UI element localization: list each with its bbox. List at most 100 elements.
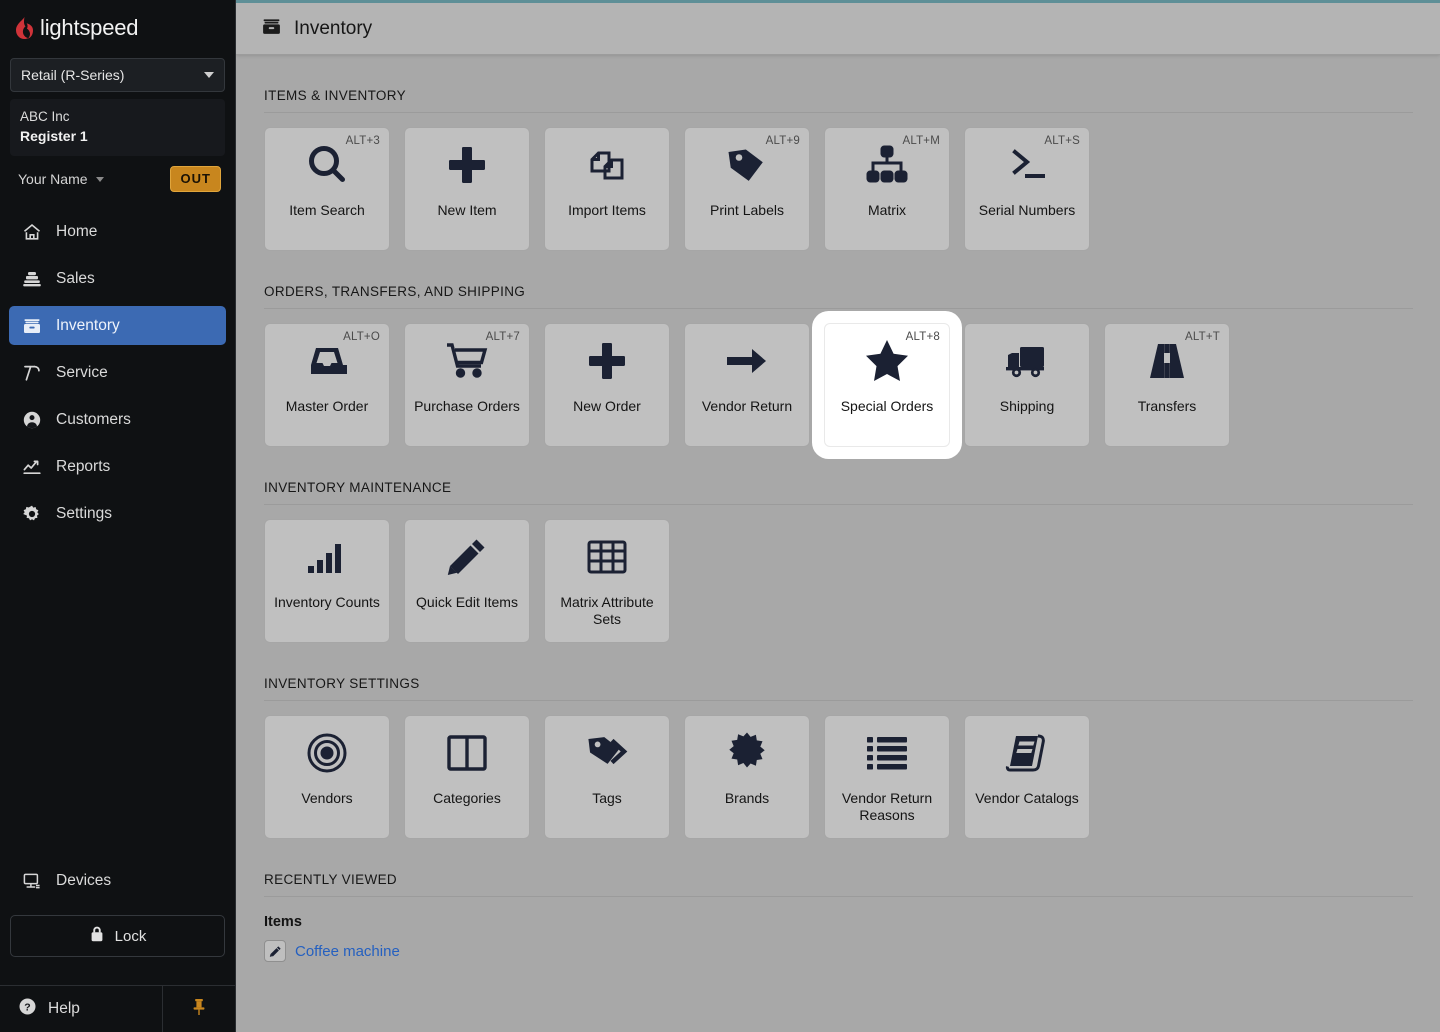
inventory-box-icon <box>21 315 43 337</box>
register-info[interactable]: ABC Inc Register 1 <box>10 99 225 156</box>
sidebar-item-label: Inventory <box>56 316 120 334</box>
status-badge[interactable]: OUT <box>169 166 221 192</box>
sidebar-item-devices[interactable]: Devices <box>0 861 235 901</box>
sidebar-item-label: Customers <box>56 410 131 428</box>
tile-special-orders[interactable]: ALT+8 Special Orders <box>824 323 950 447</box>
cash-register-icon <box>21 268 43 290</box>
tile-label: Vendors <box>301 790 353 806</box>
tile-vendor-catalogs[interactable]: Vendor Catalogs <box>964 715 1090 839</box>
tile-vendor-return[interactable]: Vendor Return <box>684 323 810 447</box>
tile-shortcut: ALT+9 <box>765 135 800 147</box>
tile-label: Matrix Attribute Sets <box>560 594 654 627</box>
main-panel: Inventory ITEMS & INVENTORY ALT+3 Item S… <box>236 0 1440 1032</box>
tile-label: Purchase Orders <box>414 398 520 414</box>
lock-button[interactable]: Lock <box>10 915 225 957</box>
inventory-content: ITEMS & INVENTORY ALT+3 Item Search New … <box>236 55 1440 1032</box>
section-heading: RECENTLY VIEWED <box>264 872 398 887</box>
tile-purchase-orders[interactable]: ALT+7 Purchase Orders <box>404 323 530 447</box>
recently-viewed-subheading: Items <box>264 914 302 930</box>
sidebar-item-customers[interactable]: Customers <box>9 400 226 439</box>
sidebar: lightspeed Retail (R-Series) ABC Inc Reg… <box>0 0 236 1032</box>
sidebar-item-home[interactable]: Home <box>9 212 226 251</box>
target-rings-icon <box>265 716 389 790</box>
tile-transfers[interactable]: ALT+T Transfers <box>1104 323 1230 447</box>
tile-label: Brands <box>724 790 770 806</box>
inventory-box-icon <box>261 16 282 42</box>
sidebar-item-service[interactable]: Service <box>9 353 226 392</box>
sidebar-item-label: Service <box>56 363 108 381</box>
tile-label: Vendor Return Reasons <box>841 790 933 823</box>
section-divider <box>264 112 1413 113</box>
tile-grid-settings: Vendors Categories Tags Brands Vendor Re… <box>264 715 1413 839</box>
tile-import-items[interactable]: Import Items <box>544 127 670 251</box>
arrow-right-icon <box>685 324 809 398</box>
tile-brands[interactable]: Brands <box>684 715 810 839</box>
tile-label: Vendor Return <box>701 398 793 414</box>
recently-viewed-item-link[interactable]: Coffee machine <box>295 943 400 960</box>
chevron-down-icon <box>204 72 214 78</box>
sidebar-item-label: Devices <box>56 872 112 889</box>
pin-sidebar-button[interactable] <box>162 986 235 1032</box>
page-header: Inventory <box>236 3 1440 55</box>
tile-new-order[interactable]: New Order <box>544 323 670 447</box>
help-button[interactable]: ? Help <box>0 986 162 1032</box>
tile-label: Quick Edit Items <box>416 594 518 610</box>
tile-matrix-attribute-sets[interactable]: Matrix Attribute Sets <box>544 519 670 643</box>
section-heading: ORDERS, TRANSFERS, AND SHIPPING <box>264 284 526 299</box>
section-heading: ITEMS & INVENTORY <box>264 88 406 103</box>
tile-new-item[interactable]: New Item <box>404 127 530 251</box>
chevron-down-icon[interactable] <box>95 176 104 182</box>
home-icon <box>21 221 43 243</box>
tile-inventory-counts[interactable]: Inventory Counts <box>264 519 390 643</box>
tile-master-order[interactable]: ALT+O Master Order <box>264 323 390 447</box>
tile-label: Shipping <box>999 398 1055 414</box>
tile-item-search[interactable]: ALT+3 Item Search <box>264 127 390 251</box>
grid-table-icon <box>545 520 669 594</box>
lightspeed-flame-logo <box>16 17 33 39</box>
tile-shortcut: ALT+3 <box>345 135 380 147</box>
sidebar-footer: ? Help <box>0 985 235 1032</box>
tile-tags[interactable]: Tags <box>544 715 670 839</box>
tile-categories[interactable]: Categories <box>404 715 530 839</box>
section-divider <box>264 896 1413 897</box>
pushpin-icon <box>191 997 207 1022</box>
tile-shortcut: ALT+S <box>1044 135 1080 147</box>
series-selector-value: Retail (R-Series) <box>21 67 125 83</box>
delivery-truck-icon <box>965 324 1089 398</box>
sidebar-item-inventory[interactable]: Inventory <box>9 306 226 345</box>
pencil-icon[interactable] <box>264 940 286 962</box>
two-columns-icon <box>405 716 529 790</box>
book-icon <box>965 716 1089 790</box>
sidebar-item-settings[interactable]: Settings <box>9 494 226 533</box>
plus-icon <box>405 128 529 202</box>
tile-label: Item Search <box>289 202 365 218</box>
tile-shortcut: ALT+O <box>343 331 380 343</box>
copy-pages-icon <box>545 128 669 202</box>
series-selector[interactable]: Retail (R-Series) <box>10 58 225 92</box>
tile-quick-edit-items[interactable]: Quick Edit Items <box>404 519 530 643</box>
page-title: Inventory <box>294 17 373 39</box>
section-divider <box>264 308 1413 309</box>
tile-print-labels[interactable]: ALT+9 Print Labels <box>684 127 810 251</box>
tile-shortcut: ALT+M <box>902 135 940 147</box>
lock-button-label: Lock <box>114 927 147 945</box>
tile-shortcut: ALT+8 <box>905 331 940 343</box>
tags-icon <box>545 716 669 790</box>
tile-matrix[interactable]: ALT+M Matrix <box>824 127 950 251</box>
company-name: ABC Inc <box>20 109 70 124</box>
sidebar-item-label: Home <box>56 222 98 240</box>
tile-label: Import Items <box>568 202 646 218</box>
sidebar-nav: Home Sales Inventory Service Customers R… <box>0 212 235 541</box>
user-name[interactable]: Your Name <box>18 171 88 187</box>
tile-label: Print Labels <box>710 202 784 218</box>
bar-chart-icon <box>265 520 389 594</box>
sidebar-item-sales[interactable]: Sales <box>9 259 226 298</box>
sidebar-item-reports[interactable]: Reports <box>9 447 226 486</box>
tile-shipping[interactable]: Shipping <box>964 323 1090 447</box>
pencil-icon <box>405 520 529 594</box>
svg-text:?: ? <box>24 1001 30 1013</box>
tile-vendor-return-reasons[interactable]: Vendor Return Reasons <box>824 715 950 839</box>
tile-vendors[interactable]: Vendors <box>264 715 390 839</box>
tile-serial-numbers[interactable]: ALT+S Serial Numbers <box>964 127 1090 251</box>
